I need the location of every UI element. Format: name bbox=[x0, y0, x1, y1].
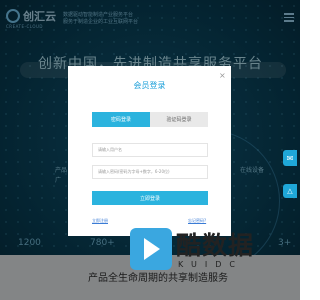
login-button[interactable]: 立即登录 bbox=[92, 191, 208, 205]
modal-title: 会员登录 bbox=[133, 81, 166, 90]
watermark-logo-icon bbox=[130, 228, 172, 270]
register-link[interactable]: 立即注册 bbox=[92, 218, 108, 224]
watermark-subtext: KUIDC bbox=[178, 260, 243, 269]
back-to-top-icon[interactable]: △ bbox=[283, 184, 297, 198]
password-input[interactable]: 请输入密码(密码为字母+数字，6-20位) bbox=[92, 165, 208, 179]
chat-icon[interactable]: ✉ bbox=[283, 150, 297, 166]
tab-password-login[interactable]: 密码登录 bbox=[92, 112, 150, 127]
login-modal: 会员登录 × 密码登录 验证码登录 请输入用户名 请输入密码(密码为字母+数字，… bbox=[68, 66, 231, 236]
tab-sms-login[interactable]: 验证码登录 bbox=[150, 112, 208, 127]
forgot-password-link[interactable]: 忘记密码? bbox=[188, 218, 206, 224]
watermark-text: 酷数据 bbox=[176, 231, 255, 260]
username-input[interactable]: 请输入用户名 bbox=[92, 143, 208, 157]
login-tabs: 密码登录 验证码登录 bbox=[92, 112, 208, 127]
close-icon[interactable]: × bbox=[219, 71, 226, 80]
